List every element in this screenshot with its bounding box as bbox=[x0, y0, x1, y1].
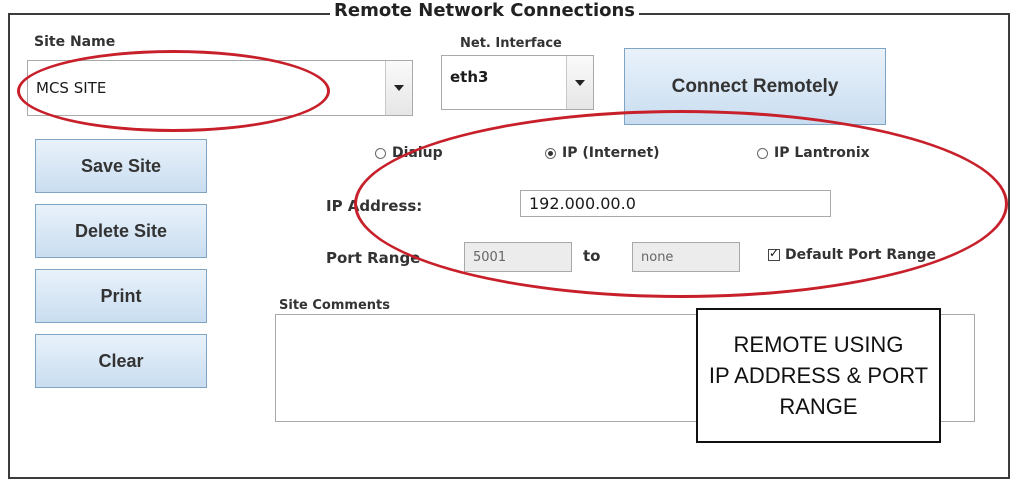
port-range-label: Port Range bbox=[326, 249, 421, 267]
delete-site-button[interactable]: Delete Site bbox=[35, 204, 207, 258]
radio-checked-icon bbox=[545, 147, 556, 159]
print-button[interactable]: Print bbox=[35, 269, 207, 323]
site-name-combo[interactable]: MCS SITE bbox=[27, 60, 413, 116]
ip-address-input[interactable]: 192.000.00.0 bbox=[520, 190, 831, 217]
dialup-label: Dialup bbox=[392, 145, 443, 161]
annotation-line-2: IP ADDRESS & PORT bbox=[708, 363, 929, 388]
chevron-down-icon[interactable] bbox=[566, 56, 593, 109]
ip-lantronix-radio[interactable]: IP Lantronix bbox=[757, 145, 870, 161]
net-interface-label: Net. Interface bbox=[460, 36, 562, 51]
radio-unchecked-icon bbox=[757, 147, 768, 159]
net-interface-combo[interactable]: eth3 bbox=[441, 55, 594, 110]
site-name-label: Site Name bbox=[34, 34, 116, 50]
port-to-label: to bbox=[583, 247, 601, 265]
site-comments-label: Site Comments bbox=[279, 298, 390, 313]
ip-internet-label: IP (Internet) bbox=[562, 145, 660, 161]
default-port-range-label: Default Port Range bbox=[785, 247, 937, 263]
checkbox-checked-icon bbox=[768, 246, 780, 261]
ip-internet-radio[interactable]: IP (Internet) bbox=[545, 145, 660, 161]
annotation-line-3: RANGE bbox=[779, 394, 858, 419]
port-to-input[interactable]: none bbox=[632, 242, 740, 272]
net-interface-value: eth3 bbox=[450, 68, 489, 86]
dialup-radio[interactable]: Dialup bbox=[375, 145, 443, 161]
chevron-down-icon[interactable] bbox=[385, 61, 412, 115]
annotation-callout: REMOTE USING IP ADDRESS & PORT RANGE bbox=[696, 308, 941, 443]
annotation-line-1: REMOTE USING bbox=[733, 332, 904, 357]
radio-unchecked-icon bbox=[375, 147, 386, 159]
default-port-range-checkbox[interactable]: Default Port Range bbox=[768, 246, 937, 263]
port-from-input[interactable]: 5001 bbox=[464, 242, 572, 272]
save-site-button[interactable]: Save Site bbox=[35, 139, 207, 193]
site-name-value: MCS SITE bbox=[36, 79, 107, 97]
ip-lantronix-label: IP Lantronix bbox=[774, 145, 870, 161]
ip-address-label: IP Address: bbox=[326, 197, 423, 215]
connect-remotely-button[interactable]: Connect Remotely bbox=[624, 48, 886, 125]
clear-button[interactable]: Clear bbox=[35, 334, 207, 388]
panel-title: Remote Network Connections bbox=[330, 0, 640, 21]
